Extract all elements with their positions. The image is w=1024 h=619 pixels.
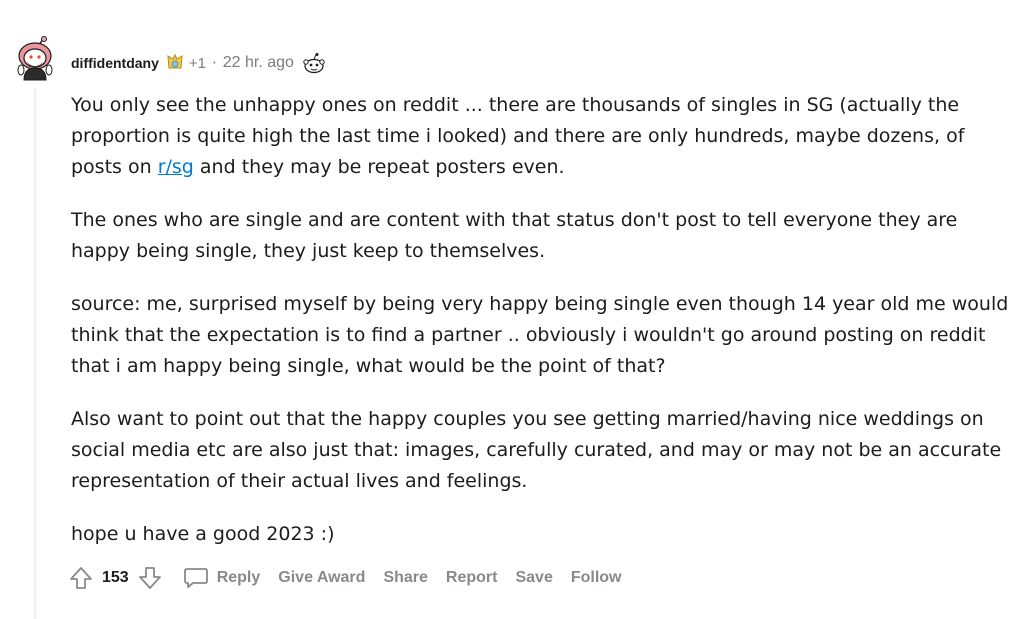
comment-actions: 153 Reply Give Award Share Report Save F…: [66, 562, 622, 594]
comment-paragraph: Also want to point out that the happy co…: [71, 408, 1002, 492]
comment-paragraph: You only see the unhappy ones on reddit …: [71, 90, 1011, 183]
downvote-button[interactable]: [135, 563, 165, 593]
thread-line[interactable]: [34, 88, 36, 619]
award-icon[interactable]: [165, 53, 185, 73]
avatar[interactable]: [12, 36, 58, 82]
reply-button[interactable]: Reply: [183, 566, 261, 590]
vote-score: 153: [102, 569, 129, 586]
separator-dot: ·: [212, 54, 217, 72]
save-button[interactable]: Save: [515, 569, 552, 587]
snoo-flair-icon: [302, 52, 326, 74]
username[interactable]: diffidentdany: [71, 55, 159, 71]
give-award-button[interactable]: Give Award: [278, 569, 365, 587]
award-count: +1: [188, 54, 206, 72]
reply-label: Reply: [216, 569, 261, 586]
downvote-arrow-icon: [138, 567, 161, 589]
share-button[interactable]: Share: [383, 569, 427, 587]
upvote-arrow-icon: [70, 567, 92, 589]
comment-meta: diffidentdany +1 · 22 hr. ago: [71, 52, 326, 74]
comment-body: You only see the unhappy ones on reddit …: [71, 90, 1011, 572]
comment-paragraph: The ones who are single and are content …: [71, 209, 958, 262]
follow-button[interactable]: Follow: [571, 569, 622, 587]
upvote-button[interactable]: [66, 563, 96, 593]
report-button[interactable]: Report: [446, 569, 498, 587]
comment-bubble-icon: [183, 566, 209, 590]
timestamp[interactable]: 22 hr. ago: [223, 54, 294, 72]
paragraph-text: and they may be repeat posters even.: [193, 156, 565, 178]
comment-paragraph: source: me, surprised myself by being ve…: [71, 293, 1009, 377]
comment-paragraph: hope u have a good 2023 :): [71, 523, 335, 545]
subreddit-link[interactable]: r/sg: [158, 156, 194, 178]
